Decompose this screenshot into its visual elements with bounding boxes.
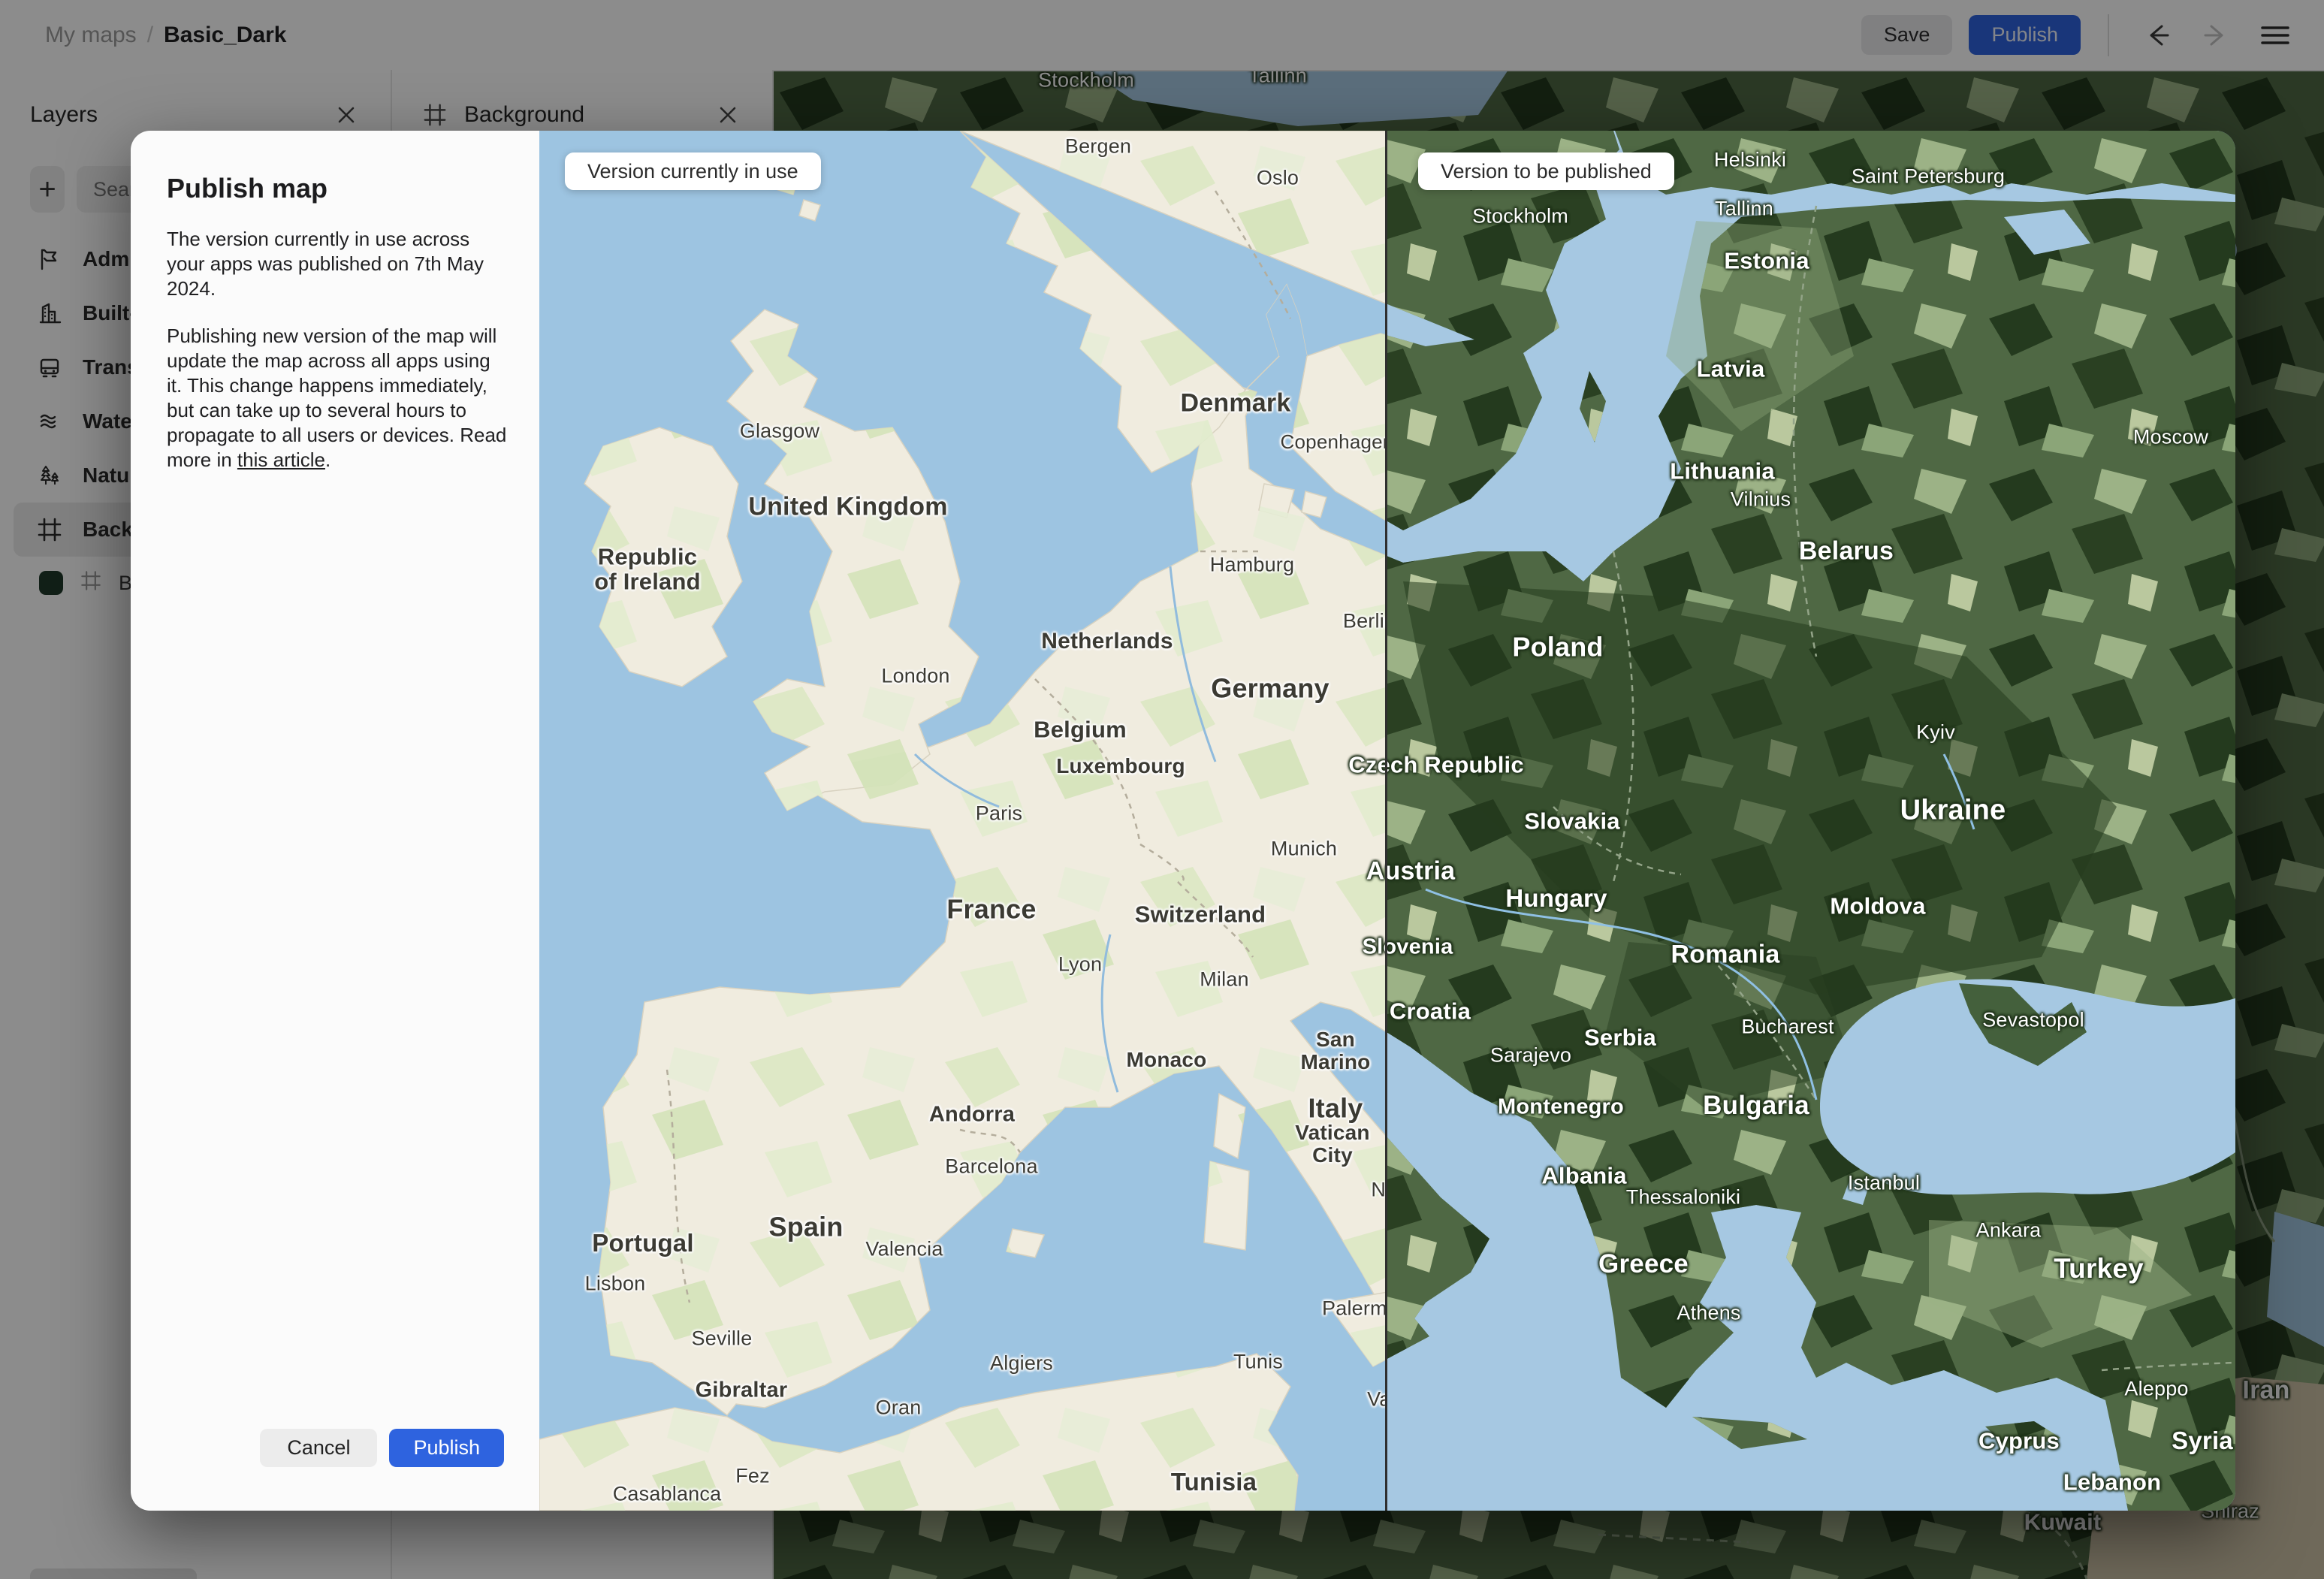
compare-maps[interactable]: Bergen Oslo Glasgow United Kingdom Republic … [539, 131, 2235, 1511]
dialog-paragraph-2: Publishing new version of the map will u… [167, 325, 507, 471]
map-editor-app: Stockholm Tallinn Iran Shiraz Kuwait My maps… [0, 0, 2324, 1579]
publish-preview: Bergen Oslo Glasgow United Kingdom Republic … [131, 131, 2235, 1511]
publish-dialog: Publish map The version currently in use… [131, 131, 539, 1511]
europe-map [539, 131, 2235, 1511]
new-version-badge: Version to be published [1418, 152, 1674, 190]
dialog-title: Publish map [167, 173, 328, 204]
current-version-badge: Version currently in use [565, 152, 821, 190]
compare-divider[interactable] [1385, 131, 1387, 1511]
this-article-link[interactable]: this article [237, 448, 325, 471]
confirm-publish-button[interactable]: Publish [389, 1429, 504, 1467]
cancel-button[interactable]: Cancel [260, 1429, 378, 1467]
dialog-paragraph-1: The version currently in use across your… [167, 228, 484, 300]
